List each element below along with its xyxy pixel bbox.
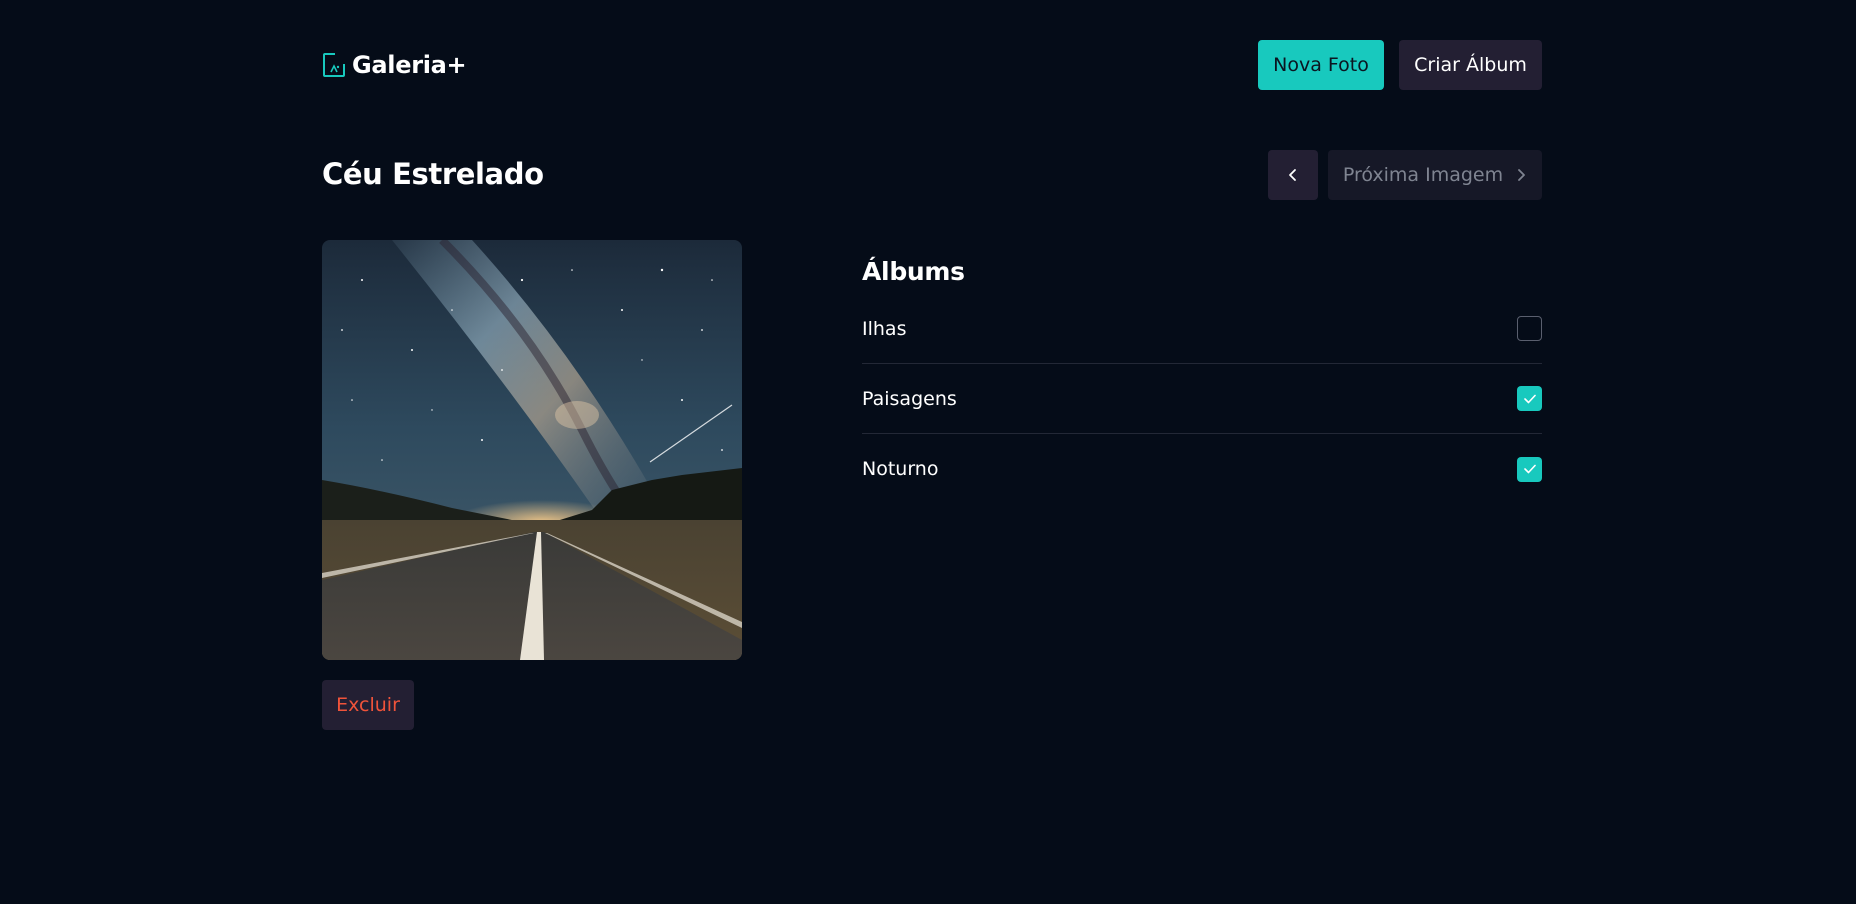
album-checkbox-noturno[interactable] [1517, 456, 1542, 482]
next-image-label: Próxima Imagem [1342, 164, 1504, 186]
albums-panel: Álbums Ilhas Paisagens Noturno [862, 250, 1542, 504]
album-item-ilhas[interactable]: Ilhas [862, 294, 1542, 364]
previous-image-button[interactable] [1268, 150, 1318, 200]
album-item-paisagens[interactable]: Paisagens [862, 364, 1542, 434]
album-label: Ilhas [862, 317, 907, 340]
new-photo-button[interactable]: Nova Foto [1258, 40, 1384, 90]
checkmark-icon [1523, 464, 1536, 474]
next-image-button[interactable]: Próxima Imagem [1328, 150, 1542, 200]
page-title: Céu Estrelado [322, 157, 544, 191]
top-header: Galeria+ Nova Foto Criar Álbum [322, 40, 1542, 90]
chevron-left-icon [1289, 169, 1296, 181]
chevron-right-icon [1518, 169, 1526, 181]
album-item-noturno[interactable]: Noturno [862, 434, 1542, 504]
checkmark-icon [1523, 394, 1536, 403]
albums-heading: Álbums [862, 257, 965, 286]
create-album-button[interactable]: Criar Álbum [1399, 40, 1542, 90]
milky-way-road-image [322, 240, 742, 660]
album-checkbox-ilhas[interactable] [1517, 316, 1542, 341]
app-logo[interactable]: Galeria+ [322, 50, 467, 80]
album-checkbox-paisagens[interactable] [1517, 386, 1542, 411]
delete-button[interactable]: Excluir [322, 680, 414, 730]
album-label: Paisagens [862, 387, 957, 410]
photo-preview [322, 240, 742, 660]
app-name: Galeria+ [352, 51, 467, 79]
image-frame-icon [323, 53, 345, 77]
page-container: Galeria+ Nova Foto Criar Álbum Céu Estre… [322, 0, 1542, 904]
album-label: Noturno [862, 458, 939, 480]
